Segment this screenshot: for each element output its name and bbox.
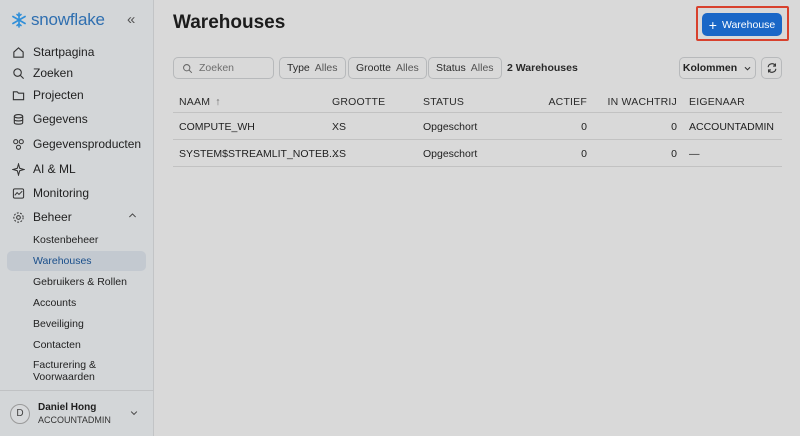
- home-icon: [13, 46, 24, 58]
- search-icon: [13, 67, 25, 79]
- filter-grootte[interactable]: Grootte Alles: [348, 57, 427, 79]
- sidebar-item-label: Projecten: [33, 88, 84, 102]
- sidebar-item-gegevens[interactable]: Gegevens: [12, 108, 142, 130]
- snowflake-logo-icon: [12, 12, 26, 28]
- sidebar-subitem-beveiliging[interactable]: Beveiliging: [7, 314, 146, 334]
- chevron-up-icon[interactable]: [127, 210, 138, 221]
- folder-icon: [12, 90, 25, 100]
- cell-status: Opgeschort: [423, 121, 478, 133]
- ai-icon: [12, 162, 25, 176]
- snowflake-logo[interactable]: snowflake: [11, 10, 105, 30]
- cell-actief: 0: [581, 148, 587, 160]
- filter-label: Grootte: [356, 62, 392, 74]
- column-header-actief[interactable]: ACTIEF: [530, 96, 587, 108]
- sidebar-item-label: Beheer: [33, 210, 72, 224]
- filter-value: Alles: [314, 62, 338, 74]
- sidebar-item-label: Gegevensproducten: [33, 137, 142, 151]
- warehouse-count: 2 Warehouses: [507, 62, 578, 74]
- avatar: D: [10, 403, 30, 424]
- column-header-status[interactable]: STATUS: [423, 96, 464, 108]
- sidebar-subitem-contacten[interactable]: Contacten: [7, 335, 146, 355]
- sidebar-item-ai-ml[interactable]: AI & ML: [12, 158, 142, 180]
- add-warehouse-label: Warehouse: [721, 18, 776, 31]
- filter-type[interactable]: Type Alles: [279, 57, 346, 79]
- sidebar-subitem-warehouses[interactable]: Warehouses: [7, 251, 146, 271]
- sidebar-item-projecten[interactable]: Projecten: [12, 84, 142, 106]
- products-icon: [13, 138, 24, 150]
- row-divider: [173, 166, 782, 167]
- cell-grootte: XS: [332, 148, 347, 160]
- sidebar-item-label: Zoeken: [33, 66, 74, 80]
- sidebar-item-label: Monitoring: [33, 186, 90, 200]
- database-icon: [13, 113, 24, 125]
- cell-status: Opgeschort: [423, 148, 478, 160]
- column-header-eigenaar[interactable]: EIGENAAR: [689, 96, 745, 108]
- search-box[interactable]: [173, 57, 274, 79]
- user-role: ACCOUNTADMIN: [38, 415, 111, 425]
- chevron-down-icon: [744, 66, 751, 71]
- search-icon: [183, 63, 193, 73]
- search-input[interactable]: [199, 62, 269, 74]
- cell-naam[interactable]: SYSTEM$STREAMLIT_NOTEB...: [179, 148, 338, 160]
- column-header-grootte[interactable]: GROOTTE: [332, 96, 385, 108]
- cell-in-wachtrij: 0: [671, 148, 677, 160]
- sidebar-item-label: Startpagina: [33, 45, 95, 59]
- sidebar-item-beheer[interactable]: Beheer: [12, 206, 142, 228]
- user-name: Daniel Hong: [38, 402, 97, 413]
- cell-grootte: XS: [332, 121, 347, 133]
- sidebar-item-label: Gegevens: [33, 112, 88, 126]
- columns-label: Kolommen: [682, 62, 738, 74]
- sidebar: snowflake « Startpagina Zoeken Projecten…: [0, 0, 154, 436]
- sidebar-subitem-kostenbeheer[interactable]: Kostenbeheer: [7, 230, 146, 250]
- sidebar-subitem-gebruikers-rollen[interactable]: Gebruikers & Rollen: [7, 272, 146, 292]
- cell-naam[interactable]: COMPUTE_WH: [179, 121, 255, 133]
- row-divider: [173, 139, 782, 140]
- cell-eigenaar: ACCOUNTADMIN: [689, 121, 774, 133]
- page-title: Warehouses: [173, 12, 286, 33]
- sidebar-subitem-facturering[interactable]: Facturering & Voorwaarden: [7, 356, 127, 386]
- cell-actief: 0: [581, 121, 587, 133]
- logo-text: snowflake: [31, 10, 105, 29]
- sidebar-item-zoeken[interactable]: Zoeken: [12, 62, 142, 84]
- columns-button[interactable]: Kolommen: [679, 57, 756, 79]
- sidebar-item-startpagina[interactable]: Startpagina: [12, 41, 142, 63]
- refresh-button[interactable]: [761, 57, 782, 79]
- user-menu[interactable]: D Daniel Hong ACCOUNTADMIN: [10, 402, 111, 425]
- filter-label: Type: [287, 62, 310, 74]
- collapse-sidebar-icon[interactable]: «: [127, 11, 135, 28]
- sidebar-divider: [0, 390, 154, 391]
- chevron-down-icon[interactable]: [129, 408, 139, 418]
- sidebar-subitem-accounts[interactable]: Accounts: [7, 293, 146, 313]
- sidebar-item-label: AI & ML: [33, 162, 76, 176]
- table-header-divider: [173, 112, 782, 113]
- plus-icon: +: [708, 16, 717, 33]
- filter-status[interactable]: Status Alles: [428, 57, 502, 79]
- filter-value: Alles: [396, 62, 419, 74]
- column-header-naam[interactable]: NAAM ↑: [179, 96, 221, 108]
- cell-eigenaar: —: [689, 148, 700, 160]
- refresh-icon: [767, 63, 776, 73]
- cell-in-wachtrij: 0: [671, 121, 677, 133]
- add-warehouse-button[interactable]: + Warehouse: [702, 13, 782, 36]
- monitoring-icon: [12, 187, 25, 199]
- filter-label: Status: [436, 62, 466, 74]
- column-header-label: NAAM: [179, 96, 211, 108]
- filter-value: Alles: [470, 62, 494, 74]
- sidebar-item-gegevensproducten[interactable]: Gegevensproducten: [12, 133, 142, 155]
- sort-asc-icon: ↑: [215, 96, 221, 108]
- column-header-in-wachtrij[interactable]: IN WACHTRIJ: [600, 96, 677, 108]
- gear-icon: [13, 211, 24, 223]
- sidebar-item-monitoring[interactable]: Monitoring: [12, 182, 142, 204]
